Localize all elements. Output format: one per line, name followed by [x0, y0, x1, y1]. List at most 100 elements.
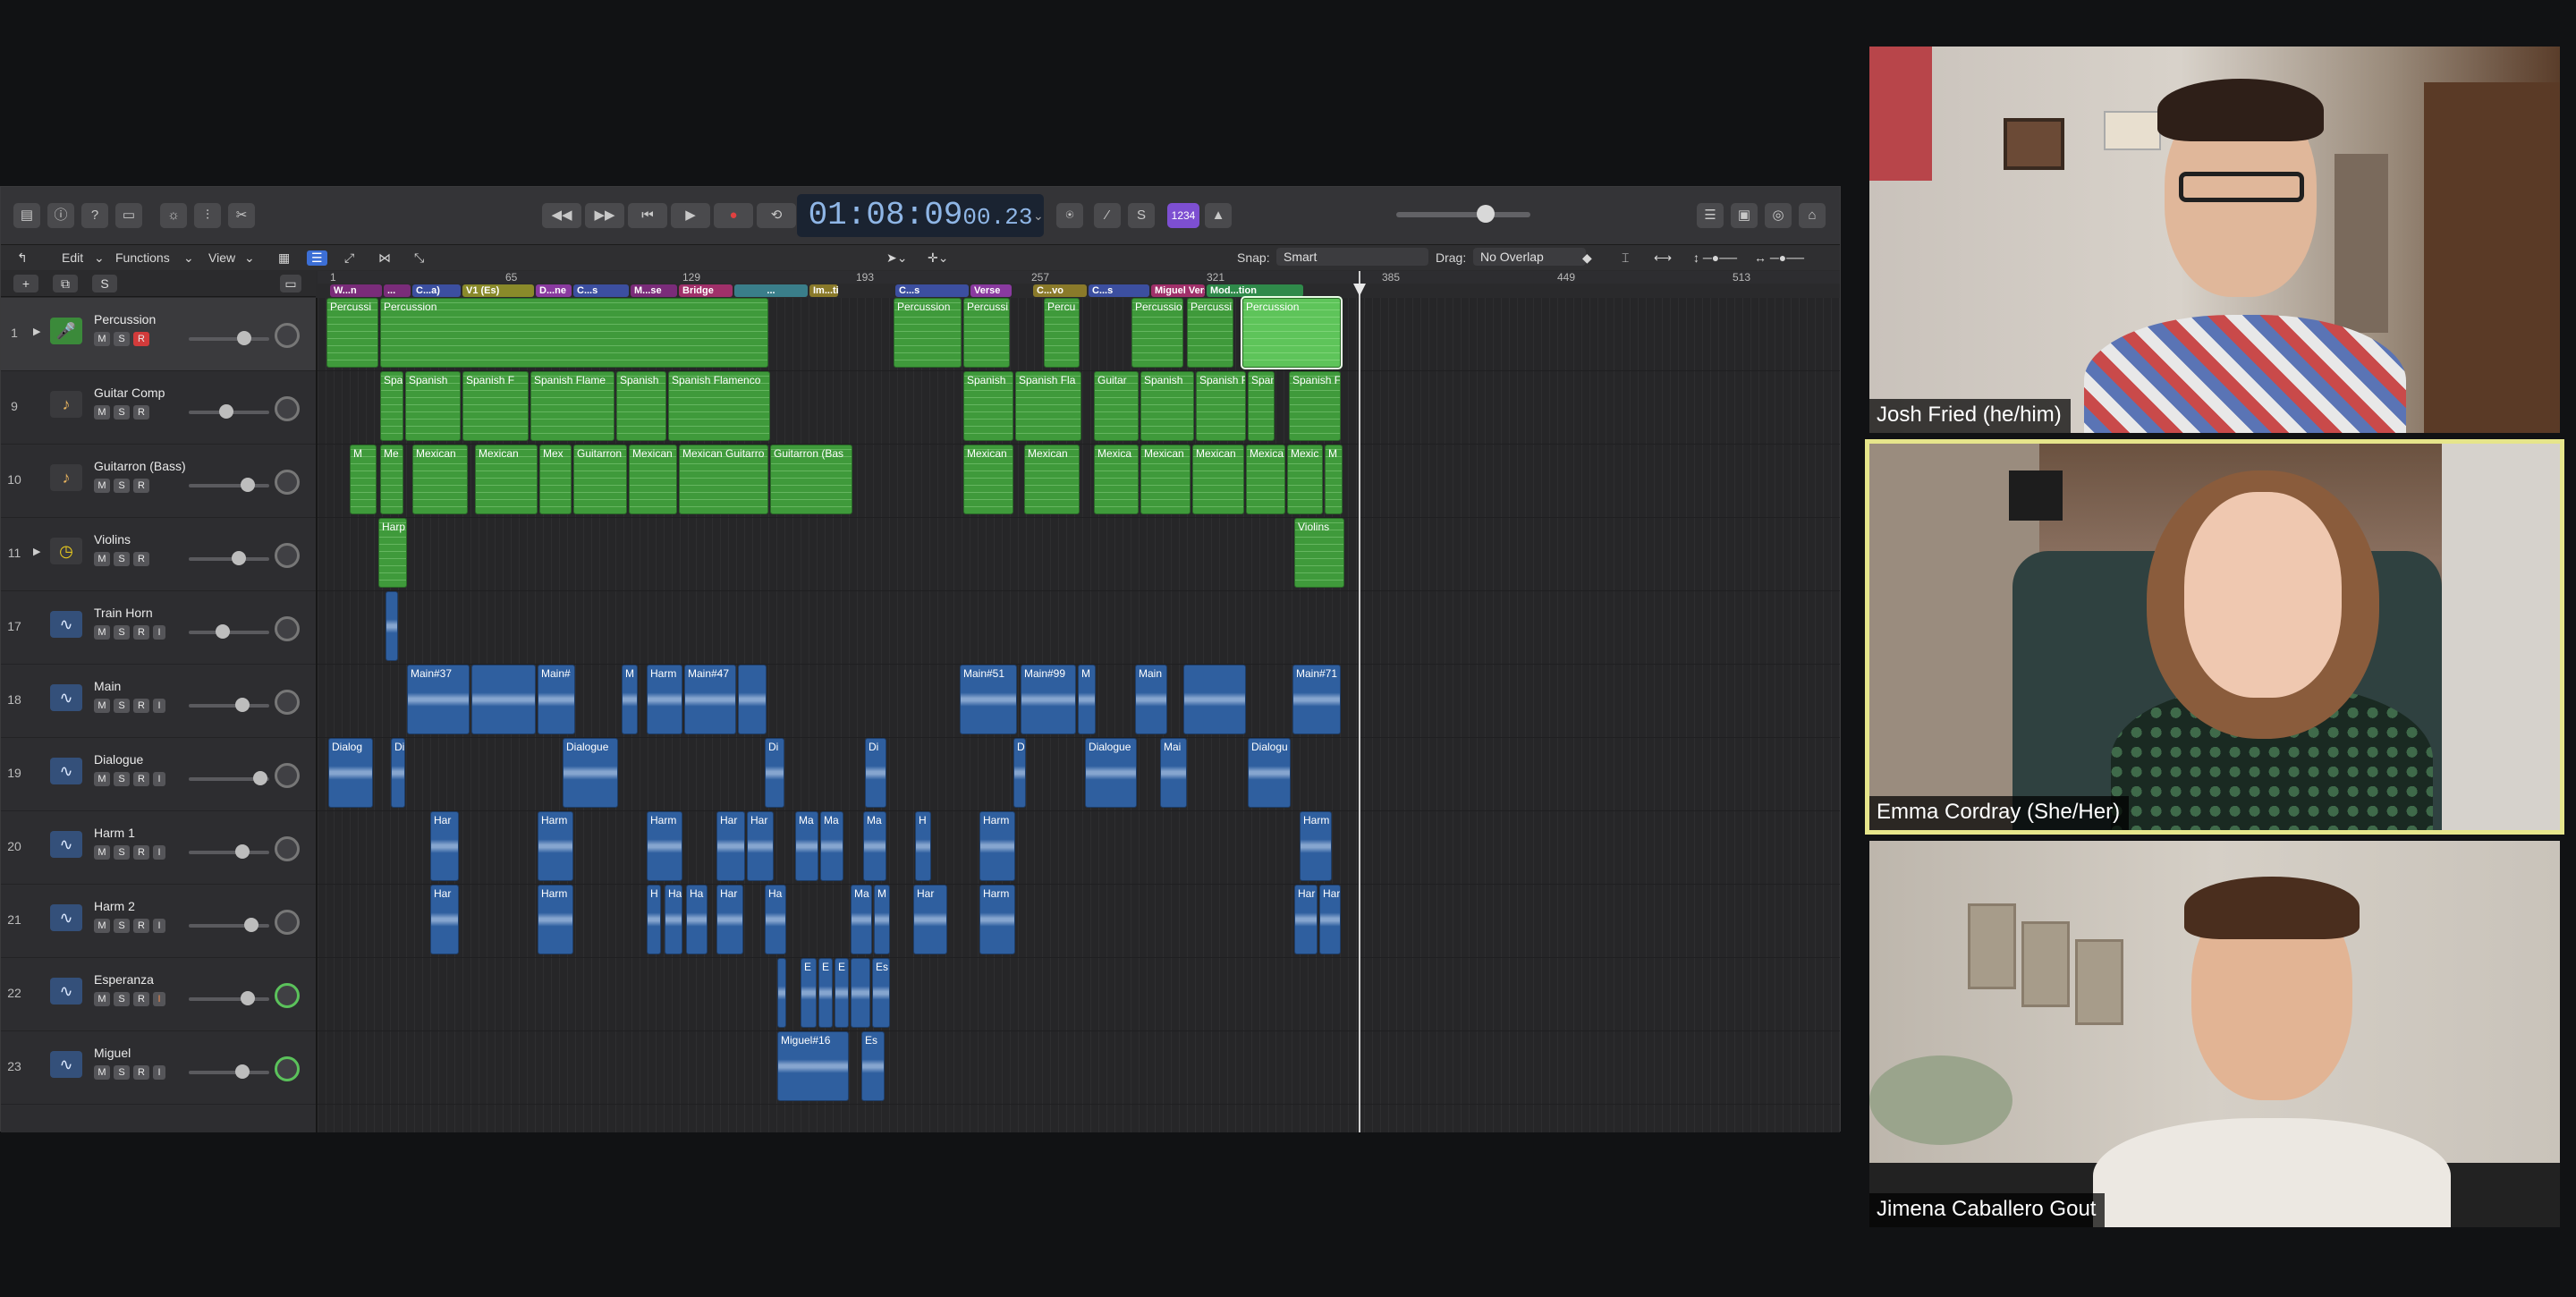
track-lane[interactable]: Harp Violins	[318, 518, 1840, 591]
track-name[interactable]: Esperanza	[94, 972, 154, 987]
audio-region[interactable]: M	[622, 665, 638, 734]
pan-knob[interactable]	[275, 543, 300, 568]
editors-icon[interactable]: ✂	[228, 203, 255, 228]
video-tile[interactable]: Jimena Caballero Gout	[1869, 841, 2560, 1227]
global-solo-button[interactable]: S	[92, 275, 117, 292]
record-enable-button[interactable]: R	[133, 1065, 149, 1080]
audio-region[interactable]: Har	[1294, 885, 1318, 954]
pan-knob[interactable]	[275, 763, 300, 788]
pan-knob[interactable]	[275, 836, 300, 861]
track-lane[interactable]: Har Harm H Ha Ha Har Ha Ma M Har Harm Ha…	[318, 885, 1840, 958]
audio-region[interactable]	[777, 958, 786, 1028]
audio-region[interactable]: Harm	[979, 811, 1015, 881]
video-tile[interactable]: Josh Fried (he/him)	[1869, 47, 2560, 433]
marker[interactable]: ...	[734, 284, 808, 297]
track-name[interactable]: Train Horn	[94, 606, 153, 620]
list-editors-icon[interactable]: ☰	[1697, 203, 1724, 228]
loop-browser-icon[interactable]: ◎	[1765, 203, 1792, 228]
midi-region[interactable]: Spanish F	[1289, 371, 1341, 441]
audio-region[interactable]: E	[818, 958, 833, 1028]
mute-button[interactable]: M	[94, 772, 110, 786]
audio-region[interactable]: Har	[1319, 885, 1341, 954]
mixer-icon[interactable]: ⫶	[194, 203, 221, 228]
audio-region[interactable]: Harm	[647, 811, 682, 881]
catch-icon[interactable]: ⤡	[414, 250, 424, 266]
mute-button[interactable]: M	[94, 552, 110, 566]
audio-region[interactable]: Ma	[820, 811, 843, 881]
audio-region[interactable]: Mai	[1160, 738, 1187, 808]
midi-region[interactable]: Me	[380, 445, 403, 514]
input-monitor-button[interactable]: I	[153, 992, 165, 1006]
midi-region[interactable]: Percussi	[326, 298, 378, 368]
lcd-display[interactable]: 01:08:0900.23	[797, 194, 1044, 237]
volume-fader-knob[interactable]	[232, 551, 246, 565]
audio-region[interactable]: E	[835, 958, 849, 1028]
automation-icon[interactable]: ⤢	[344, 250, 354, 266]
pan-knob[interactable]	[275, 323, 300, 348]
marker[interactable]: C...s	[1089, 284, 1149, 297]
audio-region[interactable]: Har	[913, 885, 947, 954]
audio-region[interactable]: Har	[430, 885, 459, 954]
midi-region[interactable]: Mexic	[1287, 445, 1323, 514]
audio-region[interactable]: Harm	[979, 885, 1015, 954]
audio-region[interactable]: Main#47	[684, 665, 736, 734]
vertical-fit-icon[interactable]: ⌶	[1622, 250, 1629, 266]
library-icon[interactable]: ▤	[13, 203, 40, 228]
audio-region[interactable]: Miguel#16	[777, 1031, 849, 1101]
track-name[interactable]: Dialogue	[94, 752, 143, 767]
volume-fader[interactable]	[189, 704, 269, 708]
audio-region[interactable]	[738, 665, 767, 734]
midi-region[interactable]: Percussion	[380, 298, 768, 368]
audio-region[interactable]: Ha	[765, 885, 786, 954]
track-name[interactable]: Guitar Comp	[94, 386, 165, 400]
record-enable-button[interactable]: R	[133, 405, 149, 420]
help-icon[interactable]: ?	[81, 203, 108, 228]
volume-fader-knob[interactable]	[253, 771, 267, 785]
waveform-zoom-icon[interactable]: ◆	[1582, 250, 1592, 266]
smart-controls-icon[interactable]: ☼	[160, 203, 187, 228]
lcd-menu-chevron-icon[interactable]: ⌄	[1033, 208, 1044, 224]
audio-region[interactable]: Har	[747, 811, 774, 881]
back-arrow-icon[interactable]: ↰	[17, 250, 28, 266]
marker[interactable]: V1 (Es)	[462, 284, 534, 297]
audio-region[interactable]	[386, 591, 398, 661]
list-view-icon[interactable]: ☰	[307, 250, 327, 266]
solo-button[interactable]: S	[114, 772, 130, 786]
audio-region[interactable]: Main#37	[407, 665, 470, 734]
volume-fader-knob[interactable]	[216, 624, 230, 639]
track-name[interactable]: Main	[94, 679, 121, 693]
view-menu[interactable]: View	[208, 250, 235, 265]
tuner-icon[interactable]: ⍟	[1056, 203, 1083, 228]
audio-region[interactable]	[851, 958, 870, 1028]
volume-fader[interactable]	[189, 337, 269, 341]
track-header[interactable]: 9 ♪ Guitar Comp M S R	[1, 371, 316, 445]
volume-fader-knob[interactable]	[237, 331, 251, 345]
master-volume-slider[interactable]	[1396, 212, 1530, 217]
audio-region[interactable]: Dialogue	[1085, 738, 1137, 808]
marker[interactable]: C...s	[895, 284, 969, 297]
midi-region[interactable]: Spanish Flamenco	[668, 371, 770, 441]
play-button[interactable]: ▶	[671, 203, 710, 228]
midi-region[interactable]: Mexican	[1192, 445, 1244, 514]
midi-region[interactable]: Mexican Guitarro	[679, 445, 768, 514]
track-lane[interactable]: Miguel#16 Es	[318, 1031, 1840, 1105]
midi-region[interactable]: Guitarron	[573, 445, 627, 514]
secondary-tool-icon[interactable]: ✛⌄	[928, 250, 948, 266]
audio-region[interactable]: Di	[391, 738, 405, 808]
input-monitor-button[interactable]: I	[153, 772, 165, 786]
inspector-icon[interactable]: ⓘ	[47, 203, 74, 228]
track-header-config-icon[interactable]: ▭	[280, 275, 301, 292]
midi-region[interactable]: Spa	[380, 371, 403, 441]
audio-region[interactable]: Dialogue	[563, 738, 618, 808]
solo-button[interactable]: S	[114, 699, 130, 713]
midi-region[interactable]: M	[350, 445, 377, 514]
volume-fader-knob[interactable]	[241, 991, 255, 1005]
input-monitor-button[interactable]: I	[153, 625, 165, 640]
midi-region[interactable]: Spanish	[963, 371, 1013, 441]
audio-region[interactable]: Har	[716, 885, 743, 954]
note-pad-icon[interactable]: ▣	[1731, 203, 1758, 228]
track-header[interactable]: 11 ▶ ◷ Violins M S R	[1, 518, 316, 591]
disclosure-triangle-icon[interactable]: ▶	[33, 326, 40, 337]
volume-fader-knob[interactable]	[235, 698, 250, 712]
flex-icon[interactable]: ⋈	[378, 250, 391, 266]
